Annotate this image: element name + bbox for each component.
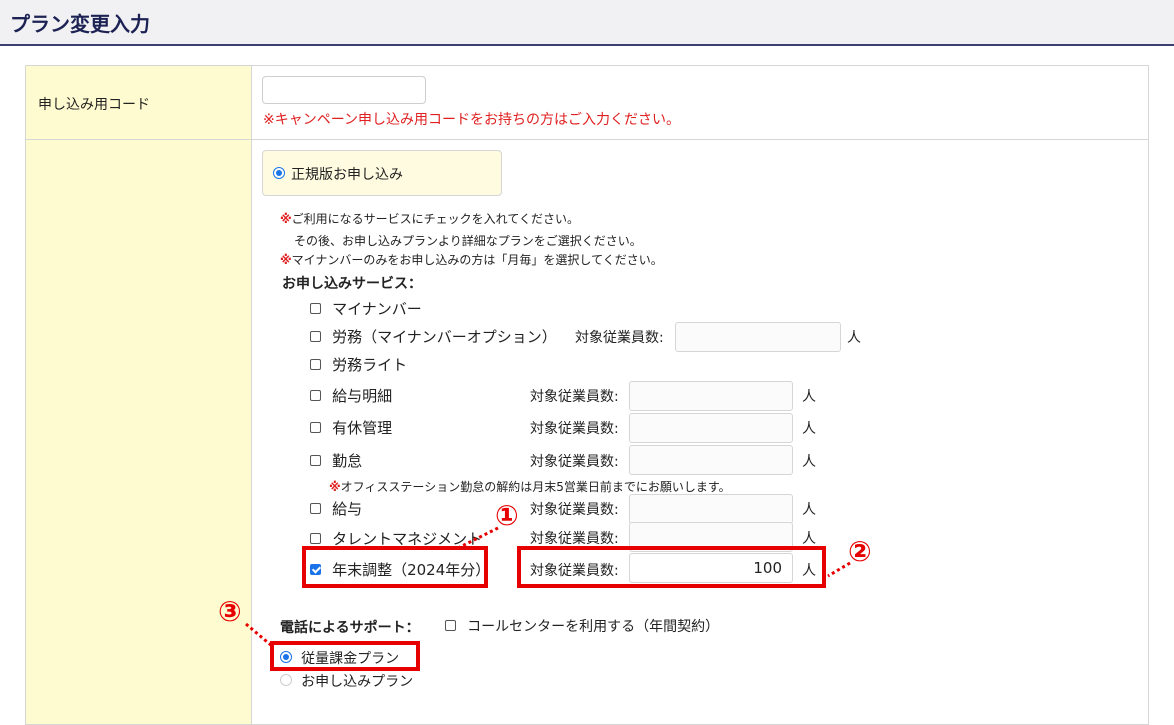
connector-line-two (827, 561, 851, 578)
connector-line-three (245, 622, 273, 648)
connector-line-one (457, 526, 499, 550)
annotation-connector-lines (245, 526, 851, 648)
